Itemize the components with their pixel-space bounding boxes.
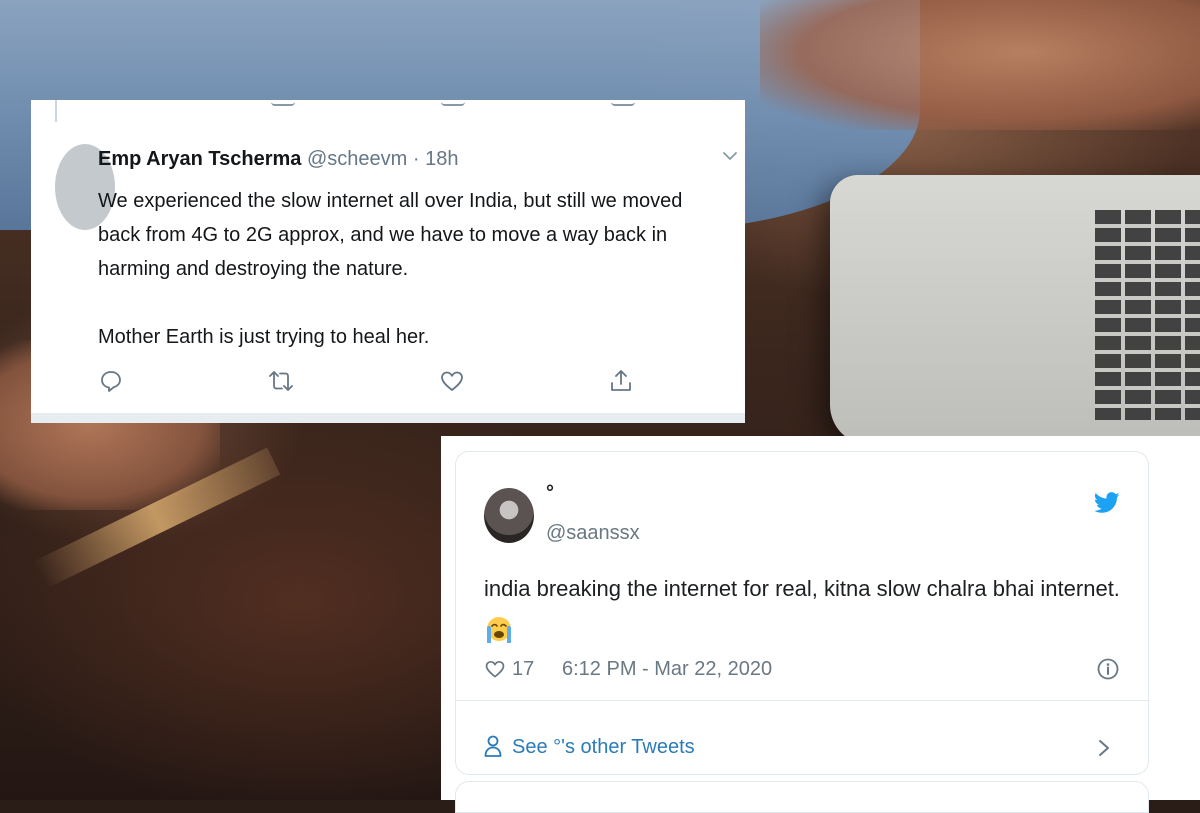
tweet-text: india breaking the internet for real, ki… xyxy=(484,576,1120,601)
author-handle[interactable]: @scheevm xyxy=(307,148,407,170)
share-icon[interactable] xyxy=(608,368,634,394)
tweet-paragraph: We experienced the slow internet all ove… xyxy=(98,190,683,280)
chevron-right-icon[interactable] xyxy=(1096,737,1112,759)
tweet-card-1: Emp Aryan Tscherma @scheevm · 18h We exp… xyxy=(31,100,745,423)
divider xyxy=(31,413,745,423)
see-other-tweets-label[interactable]: See °'s other Tweets xyxy=(512,736,695,759)
divider xyxy=(456,700,1148,701)
like-icon[interactable] xyxy=(439,368,465,394)
background-hand xyxy=(760,0,1200,130)
person-icon xyxy=(484,734,502,758)
author-name[interactable]: Emp Aryan Tscherma xyxy=(98,148,301,170)
tweet-timestamp[interactable]: 6:12 PM - Mar 22, 2020 xyxy=(562,658,772,681)
see-other-tweets-link[interactable]: See °'s other Tweets xyxy=(484,734,1124,760)
twitter-bird-icon[interactable] xyxy=(1093,492,1120,514)
background-keyboard xyxy=(1095,210,1200,420)
thread-line xyxy=(55,100,57,122)
next-card-edge xyxy=(455,781,1149,813)
tweet-card-2[interactable]: ° @saanssx india breaking the internet f… xyxy=(455,451,1149,775)
reply-icon[interactable] xyxy=(98,368,124,394)
tweet-meta: 17 6:12 PM - Mar 22, 2020 xyxy=(484,656,1124,684)
chevron-down-icon[interactable] xyxy=(721,148,739,164)
author-handle[interactable]: @saanssx xyxy=(546,522,640,545)
crying-face-emoji xyxy=(484,615,514,644)
tweet-time[interactable]: 18h xyxy=(425,148,458,170)
tweet-actions xyxy=(98,368,658,398)
previous-tweet-actions-cropped xyxy=(31,100,745,122)
tweet-header: Emp Aryan Tscherma @scheevm · 18h xyxy=(98,148,459,171)
embedded-tweet-panel: ° @saanssx india breaking the internet f… xyxy=(441,436,1200,813)
info-icon[interactable] xyxy=(1096,657,1120,681)
author-name[interactable]: ° xyxy=(546,482,554,505)
separator: · xyxy=(412,148,420,170)
cropped-icon xyxy=(271,100,295,106)
like-count[interactable]: 17 xyxy=(512,658,534,681)
heart-icon[interactable] xyxy=(484,658,506,680)
cropped-icon xyxy=(611,100,635,106)
tweet-text: We experienced the slow internet all ove… xyxy=(98,184,718,354)
avatar[interactable] xyxy=(484,488,534,543)
retweet-icon[interactable] xyxy=(268,368,294,394)
tweet-paragraph: Mother Earth is just trying to heal her. xyxy=(98,326,430,348)
cropped-icon xyxy=(441,100,465,106)
